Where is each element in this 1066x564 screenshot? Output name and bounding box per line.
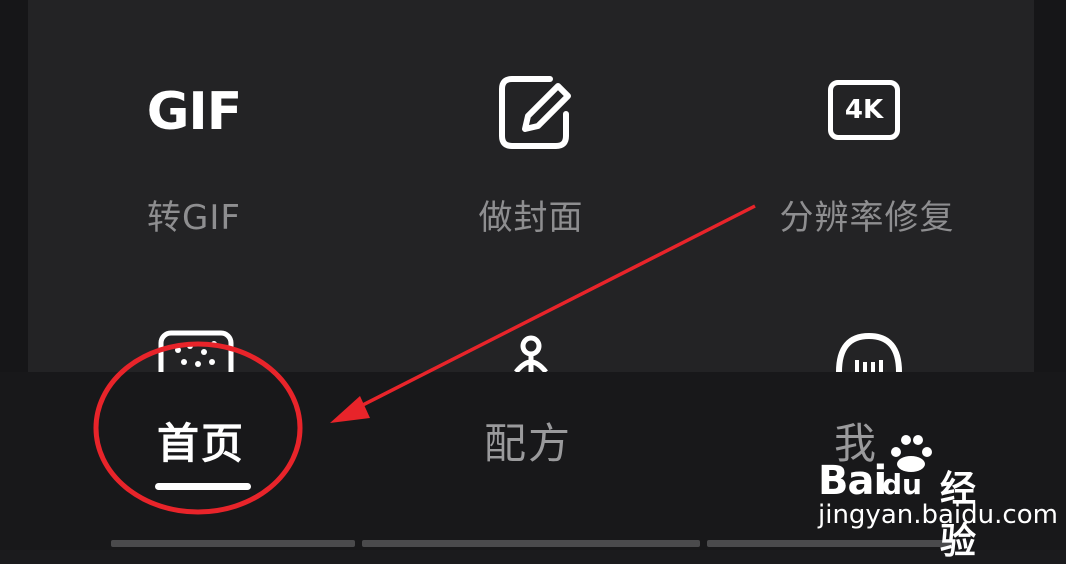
tool-resolution-repair[interactable]: 4K 分辨率修复 [737, 0, 997, 260]
4k-icon: 4K [828, 80, 900, 140]
watermark-bai-text: Bai [818, 458, 887, 504]
face-icon[interactable] [833, 332, 905, 372]
paw-icon [891, 435, 932, 472]
edit-icon [499, 76, 571, 149]
tab-active-indicator [155, 483, 251, 490]
tool-label: 做封面 [478, 198, 584, 238]
clip-icon[interactable] [506, 332, 556, 372]
tab-home[interactable]: 首页 [157, 410, 245, 471]
tool-label: 转GIF [147, 198, 241, 238]
tab-recipes[interactable]: 配方 [484, 410, 572, 471]
dots-box-icon[interactable] [158, 330, 234, 372]
tool-make-cover[interactable]: 做封面 [401, 0, 661, 260]
tool-label: 分辨率修复 [779, 198, 955, 238]
gif-icon: GIF [146, 82, 243, 142]
tools-panel: GIF 转GIF 做封面 4K 分辨率修复 [28, 0, 1034, 372]
tool-to-gif[interactable]: GIF 转GIF [64, 0, 324, 260]
watermark-url: jingyan.baidu.com [818, 500, 1058, 530]
watermark-du-text: du [882, 468, 922, 501]
